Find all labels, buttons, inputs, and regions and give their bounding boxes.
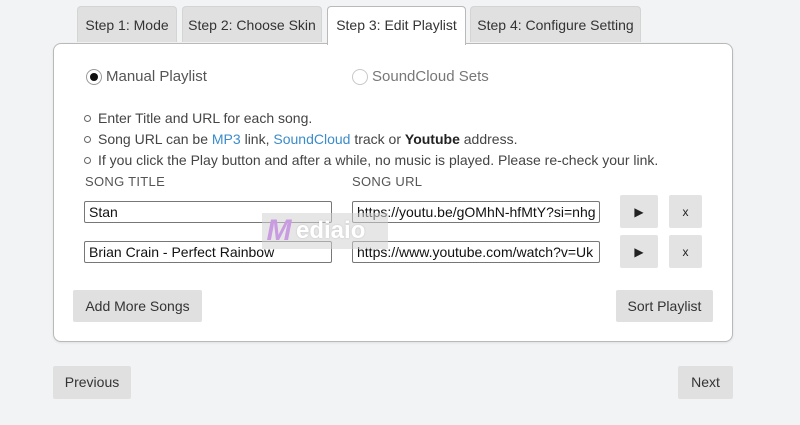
instructions-list: Enter Title and URL for each song. Song … — [84, 108, 658, 171]
song-url-column-header: SONG URL — [352, 174, 423, 189]
instruction-item: Song URL can be MP3 link, SoundCloud tra… — [84, 129, 658, 150]
play-button[interactable]: ▶ — [620, 235, 658, 268]
radio-checked-icon — [86, 68, 102, 85]
mp3-link[interactable]: MP3 — [212, 131, 241, 147]
tab-step-1-mode[interactable]: Step 1: Mode — [77, 6, 177, 42]
song-title-input[interactable]: Stan — [84, 201, 332, 223]
radio-unchecked-icon — [352, 68, 368, 85]
play-button[interactable]: ▶ — [620, 195, 658, 228]
play-icon: ▶ — [634, 244, 644, 259]
youtube-text: Youtube — [404, 131, 460, 147]
song-title-input[interactable]: Brian Crain - Perfect Rainbow — [84, 241, 332, 263]
tab-step-2-choose-skin[interactable]: Step 2: Choose Skin — [182, 6, 322, 42]
remove-song-button[interactable]: x — [669, 195, 702, 228]
manual-playlist-label: Manual Playlist — [106, 68, 207, 85]
song-url-input[interactable]: https://www.youtube.com/watch?v=Uk — [352, 241, 600, 263]
soundcloud-link[interactable]: SoundCloud — [273, 131, 350, 147]
instruction-item: Enter Title and URL for each song. — [84, 108, 658, 129]
soundcloud-sets-label: SoundCloud Sets — [372, 68, 489, 85]
bullet-icon — [84, 115, 91, 122]
add-more-songs-button[interactable]: Add More Songs — [73, 290, 202, 322]
song-title-column-header: SONG TITLE — [85, 174, 166, 189]
next-button[interactable]: Next — [678, 366, 733, 399]
soundcloud-sets-radio[interactable]: SoundCloud Sets — [352, 68, 489, 85]
instruction-text: Song URL can be MP3 link, SoundCloud tra… — [98, 131, 518, 147]
instruction-text: If you click the Play button and after a… — [98, 152, 659, 168]
close-icon: x — [682, 244, 689, 259]
play-icon: ▶ — [634, 204, 644, 219]
remove-song-button[interactable]: x — [669, 235, 702, 268]
sort-playlist-button[interactable]: Sort Playlist — [616, 290, 713, 322]
tab-step-4-configure-setting[interactable]: Step 4: Configure Setting — [470, 6, 641, 42]
close-icon: x — [682, 204, 689, 219]
previous-button[interactable]: Previous — [53, 366, 131, 399]
instruction-text: Enter Title and URL for each song. — [98, 110, 313, 126]
tab-step-3-edit-playlist[interactable]: Step 3: Edit Playlist — [327, 6, 466, 45]
bullet-icon — [84, 157, 91, 164]
instruction-item: If you click the Play button and after a… — [84, 150, 658, 171]
song-url-input[interactable]: https://youtu.be/gOMhN-hfMtY?si=nhg — [352, 201, 600, 223]
bullet-icon — [84, 136, 91, 143]
manual-playlist-radio[interactable]: Manual Playlist — [86, 68, 207, 85]
edit-playlist-panel: Manual Playlist SoundCloud Sets Enter Ti… — [53, 43, 733, 342]
